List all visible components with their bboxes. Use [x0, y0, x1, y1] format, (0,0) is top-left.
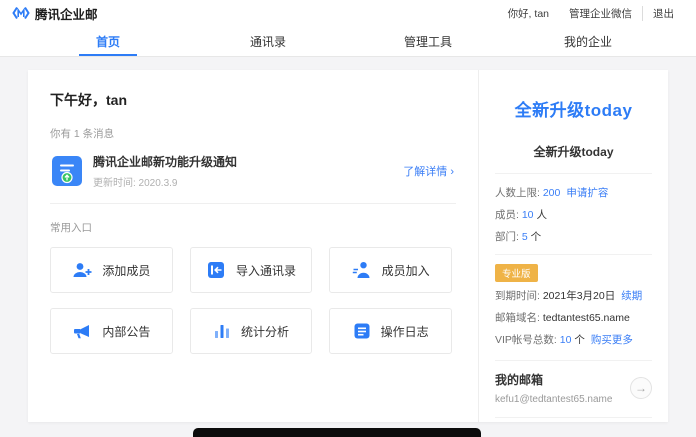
entry-import-contacts[interactable]: 导入通讯录	[190, 247, 313, 293]
entry-label: 内部公告	[102, 323, 150, 340]
message-row: 腾讯企业邮新功能升级通知 更新时间: 2020.3.9 了解详情 ›	[50, 141, 456, 204]
import-contacts-icon	[206, 261, 226, 279]
tab-contacts[interactable]: 通讯录	[188, 26, 348, 56]
promo-subtitle: 全新升级today	[495, 143, 652, 174]
message-text: 腾讯企业邮新功能升级通知 更新时间: 2020.3.9	[93, 153, 237, 189]
page-greeting: 下午好，tan	[50, 90, 456, 110]
entries-grid: 添加成员 导入通讯录 成员加入	[50, 247, 452, 354]
my-mailbox-section: 我的邮箱 kefu1@tedtantest65.name →	[495, 361, 652, 418]
topbar: 腾讯企业邮 你好, tan 管理企业微信 退出	[0, 0, 696, 26]
right-sidebar: 全新升级today 全新升级today 人数上限: 200申请扩容 成员: 10…	[478, 70, 668, 422]
entry-label: 统计分析	[241, 323, 289, 340]
topbar-right: 你好, tan 管理企业微信 退出	[498, 6, 684, 21]
message-detail-link[interactable]: 了解详情 ›	[403, 163, 454, 179]
exmail-logo-icon	[12, 6, 30, 20]
bottom-black-bar	[193, 428, 481, 437]
add-member-icon	[72, 261, 92, 279]
stat-members: 成员: 10 人	[495, 204, 652, 226]
my-mailbox-email: kefu1@tedtantest65.name	[495, 394, 652, 405]
tab-home[interactable]: 首页	[28, 26, 188, 56]
user-greeting: 你好, tan	[498, 6, 559, 21]
tab-my-company[interactable]: 我的企业	[508, 26, 668, 56]
manage-wework-link[interactable]: 管理企业微信	[559, 6, 642, 21]
my-mailbox-title: 我的邮箱	[495, 371, 652, 388]
plan-badge: 专业版	[495, 264, 538, 282]
open-mailbox-button[interactable]: →	[630, 377, 652, 399]
tab-admin-tools[interactable]: 管理工具	[348, 26, 508, 56]
member-join-icon	[352, 261, 372, 279]
entry-label: 操作日志	[381, 323, 429, 340]
arrow-right-icon: →	[635, 381, 647, 395]
entry-member-join[interactable]: 成员加入	[329, 247, 452, 293]
upgrade-notice-icon	[52, 156, 82, 186]
logo-text: 腾讯企业邮	[35, 4, 98, 23]
entry-label: 导入通讯录	[236, 262, 296, 279]
plan-domain: 邮箱域名: tedtantest65.name	[495, 307, 652, 329]
entry-announcement[interactable]: 内部公告	[50, 308, 173, 354]
buy-more-link[interactable]: 购买更多	[591, 334, 633, 346]
entry-label: 添加成员	[102, 262, 150, 279]
statistics-icon	[213, 322, 231, 340]
stat-departments: 部门: 5 个	[495, 226, 652, 248]
exmail-logo[interactable]: 腾讯企业邮	[12, 4, 98, 23]
org-stats: 人数上限: 200申请扩容 成员: 10 人 部门: 5 个	[495, 174, 652, 255]
renew-link[interactable]: 续期	[621, 290, 642, 302]
entry-operation-log[interactable]: 操作日志	[329, 308, 452, 354]
entry-add-member[interactable]: 添加成员	[50, 247, 173, 293]
message-time: 更新时间: 2020.3.9	[93, 174, 237, 189]
expand-quota-link[interactable]: 申请扩容	[566, 187, 608, 199]
announcement-icon	[72, 322, 92, 340]
promo-title: 全新升级today	[495, 96, 652, 121]
main-nav: 首页 通讯录 管理工具 我的企业	[0, 26, 696, 57]
logout-link[interactable]: 退出	[642, 6, 684, 21]
entry-label: 成员加入	[382, 262, 430, 279]
message-title: 腾讯企业邮新功能升级通知	[93, 153, 237, 170]
main-card: 下午好，tan 你有 1 条消息 腾讯企业邮新功能升级通知 更新时间: 2020…	[28, 70, 668, 422]
entry-statistics[interactable]: 统计分析	[190, 308, 313, 354]
stat-member-limit: 人数上限: 200申请扩容	[495, 182, 652, 204]
left-panel: 下午好，tan 你有 1 条消息 腾讯企业邮新功能升级通知 更新时间: 2020…	[28, 70, 478, 422]
entries-title: 常用入口	[50, 220, 456, 235]
plan-expire: 到期时间: 2021年3月20日续期	[495, 285, 652, 307]
operation-log-icon	[353, 322, 371, 340]
plan-info: 专业版 到期时间: 2021年3月20日续期 邮箱域名: tedtantest6…	[495, 255, 652, 361]
plan-vip-count: VIP帐号总数: 10 个购买更多	[495, 329, 652, 351]
message-count-label: 你有 1 条消息	[50, 126, 456, 141]
